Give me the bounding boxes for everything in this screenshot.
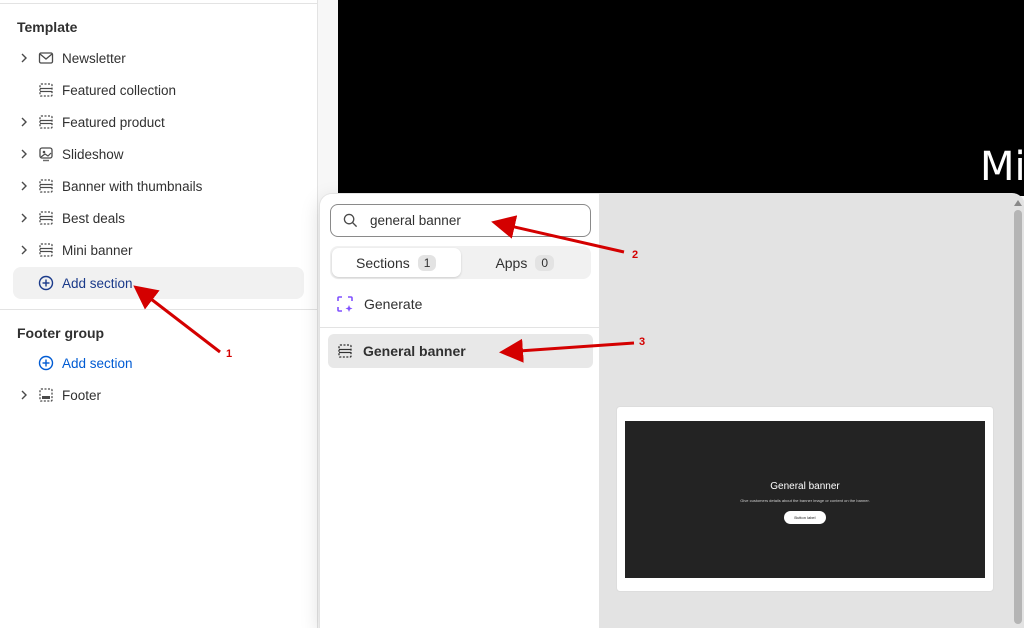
chevron-right-icon[interactable] <box>13 245 35 255</box>
section-search-input[interactable]: general banner <box>330 204 591 237</box>
tab-apps[interactable]: Apps 0 <box>461 248 590 277</box>
annotation-number-3: 3 <box>639 336 646 348</box>
group-divider <box>0 309 318 310</box>
section-icon <box>38 178 54 194</box>
section-icon <box>338 344 352 358</box>
plus-circle-icon <box>38 275 54 291</box>
section-icon <box>38 210 54 226</box>
annotation-number-2: 2 <box>632 249 639 261</box>
tab-label: Apps <box>495 254 528 271</box>
sparkle-frame-icon <box>337 296 353 312</box>
sidebar-item-footer[interactable]: Footer <box>13 379 304 411</box>
preview-scrollbar[interactable] <box>1014 200 1022 624</box>
template-add-section-button[interactable]: Add section <box>13 267 304 299</box>
count-badge: 1 <box>417 254 437 271</box>
search-value: general banner <box>370 213 461 228</box>
sidebar-item-label: Banner with thumbnails <box>62 178 203 194</box>
footer-icon <box>38 387 54 403</box>
add-section-popover: general banner Sections 1 Apps 0 Generat… <box>320 194 1024 628</box>
section-icon <box>38 242 54 258</box>
result-item-general-banner[interactable]: General banner <box>328 334 593 368</box>
chevron-right-icon[interactable] <box>13 149 35 159</box>
chevron-right-icon[interactable] <box>13 117 35 127</box>
section-icon <box>38 82 54 98</box>
add-section-label: Add section <box>62 355 133 371</box>
sidebar-item-label: Slideshow <box>62 146 124 162</box>
sidebar-item-label: Best deals <box>62 210 126 226</box>
slideshow-icon <box>38 146 54 162</box>
annotation-number-1: 1 <box>226 348 233 360</box>
scroll-thumb[interactable] <box>1014 210 1022 624</box>
theme-editor-sidebar: Template Newsletter Featured collection … <box>0 0 318 628</box>
footer-add-section-button[interactable]: Add section <box>13 347 304 379</box>
chevron-right-icon[interactable] <box>13 390 35 400</box>
count-badge: 0 <box>535 254 555 271</box>
section-preview-card: General banner Give customers details ab… <box>616 406 994 592</box>
tab-sections[interactable]: Sections 1 <box>332 248 461 277</box>
scroll-up-arrow-icon[interactable] <box>1014 200 1022 206</box>
section-icon <box>38 114 54 130</box>
section-preview-pane: General banner Give customers details ab… <box>599 194 1024 628</box>
sidebar-item-slideshow[interactable]: Slideshow <box>13 138 304 170</box>
banner-preview-description: Give customers details about the banner … <box>740 498 870 503</box>
sidebar-item-label: Footer <box>62 387 102 403</box>
section-picker-panel: general banner Sections 1 Apps 0 Generat… <box>320 194 599 628</box>
mail-icon <box>38 50 54 66</box>
generate-button[interactable]: Generate <box>336 292 422 316</box>
sidebar-item-featured-product[interactable]: Featured product <box>13 106 304 138</box>
sidebar-item-banner-with-thumbnails[interactable]: Banner with thumbnails <box>13 170 304 202</box>
sidebar-item-label: Featured collection <box>62 82 177 98</box>
search-icon <box>343 213 358 228</box>
sidebar-item-newsletter[interactable]: Newsletter <box>13 42 304 74</box>
footer-group-title: Footer group <box>17 325 105 341</box>
tab-label: Sections <box>356 254 410 271</box>
plus-circle-icon <box>38 355 54 371</box>
generate-label: Generate <box>364 296 423 312</box>
banner-preview: General banner Give customers details ab… <box>625 421 985 578</box>
result-label: General banner <box>363 343 466 359</box>
store-preview <box>338 0 1024 196</box>
chevron-right-icon[interactable] <box>13 213 35 223</box>
sidebar-item-mini-banner[interactable]: Mini banner <box>13 234 304 266</box>
sidebar-item-label: Mini banner <box>62 242 133 258</box>
sidebar-top-divider <box>0 3 318 4</box>
chevron-right-icon[interactable] <box>13 53 35 63</box>
preview-heading: Mi <box>980 144 1024 190</box>
chevron-right-icon[interactable] <box>13 181 35 191</box>
template-group-title: Template <box>17 19 78 35</box>
picker-divider <box>320 327 599 328</box>
add-section-label: Add section <box>62 275 133 291</box>
sidebar-item-label: Newsletter <box>62 50 126 66</box>
sidebar-item-featured-collection[interactable]: Featured collection <box>13 74 304 106</box>
picker-tabs: Sections 1 Apps 0 <box>330 246 591 279</box>
banner-preview-button: Button label <box>784 511 826 524</box>
sidebar-item-label: Featured product <box>62 114 165 130</box>
banner-preview-title: General banner <box>770 481 840 492</box>
sidebar-item-best-deals[interactable]: Best deals <box>13 202 304 234</box>
